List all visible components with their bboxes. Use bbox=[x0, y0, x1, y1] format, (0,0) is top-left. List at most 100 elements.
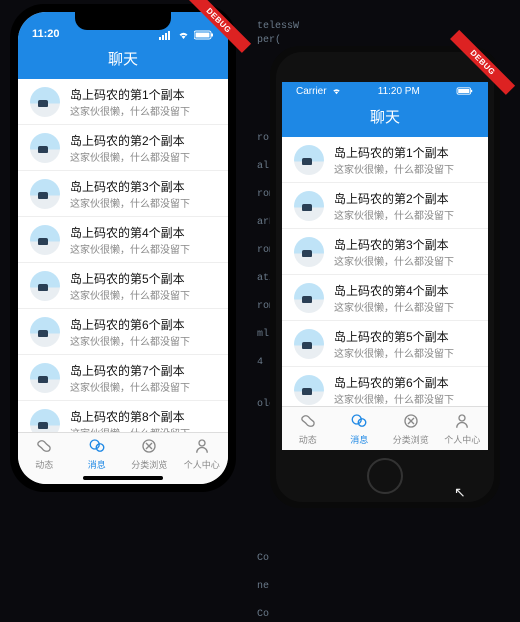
chat-subtitle: 这家伙很懒，什么都没留下 bbox=[70, 333, 216, 348]
avatar bbox=[30, 271, 60, 301]
list-item[interactable]: 岛上码农的第6个副本这家伙很懒，什么都没留下 bbox=[18, 309, 228, 355]
chat-subtitle: 这家伙很懒，什么都没留下 bbox=[70, 379, 216, 394]
chat-title: 岛上码农的第3个副本 bbox=[70, 178, 216, 195]
list-item[interactable]: 岛上码农的第1个副本这家伙很懒，什么都没留下 bbox=[18, 79, 228, 125]
list-item[interactable]: 岛上码农的第8个副本这家伙很懒，什么都没留下 bbox=[18, 401, 228, 432]
chat-subtitle: 这家伙很懒，什么都没留下 bbox=[334, 161, 476, 176]
chat-title: 岛上码农的第3个副本 bbox=[334, 236, 476, 253]
chat-title: 岛上码农的第8个副本 bbox=[70, 408, 216, 425]
avatar bbox=[30, 409, 60, 433]
chat-title: 岛上码农的第2个副本 bbox=[70, 132, 216, 149]
wave-icon bbox=[34, 437, 54, 457]
app-bar-title: 聊天 bbox=[108, 51, 138, 68]
list-item[interactable]: 岛上码农的第2个副本这家伙很懒，什么都没留下 bbox=[18, 125, 228, 171]
avatar bbox=[294, 329, 324, 359]
chat-title: 岛上码农的第6个副本 bbox=[334, 374, 476, 391]
tab-label: 分类浏览 bbox=[393, 433, 429, 446]
chat-subtitle: 这家伙很懒，什么都没留下 bbox=[70, 425, 216, 433]
avatar bbox=[30, 179, 60, 209]
tab-messages[interactable]: 消息 bbox=[71, 437, 124, 471]
tab-categories[interactable]: 分类浏览 bbox=[385, 412, 437, 446]
chat-subtitle: 这家伙很懒，什么都没留下 bbox=[334, 253, 476, 268]
tab-feed[interactable]: 动态 bbox=[18, 437, 71, 471]
status-carrier: Carrier bbox=[296, 86, 327, 97]
wave-icon bbox=[298, 412, 318, 432]
app-bar: 聊天 bbox=[282, 100, 488, 137]
avatar bbox=[294, 145, 324, 175]
tab-label: 消息 bbox=[350, 433, 368, 446]
list-item[interactable]: 岛上码农的第3个副本这家伙很懒，什么都没留下 bbox=[18, 171, 228, 217]
chat-title: 岛上码农的第5个副本 bbox=[70, 270, 216, 287]
notch bbox=[75, 12, 171, 30]
tab-categories[interactable]: 分类浏览 bbox=[123, 437, 176, 471]
avatar bbox=[30, 317, 60, 347]
mouse-cursor: ↖ bbox=[454, 484, 466, 501]
chat-subtitle: 这家伙很懒，什么都没留下 bbox=[70, 287, 216, 302]
list-item[interactable]: 岛上码农的第5个副本这家伙很懒，什么都没留下 bbox=[282, 321, 488, 367]
tab-feed[interactable]: 动态 bbox=[282, 412, 334, 446]
chat-title: 岛上码农的第1个副本 bbox=[70, 86, 216, 103]
person-icon bbox=[192, 437, 212, 457]
wifi-icon bbox=[331, 87, 342, 95]
battery-icon bbox=[456, 87, 474, 95]
list-item[interactable]: 岛上码农的第6个副本这家伙很懒，什么都没留下 bbox=[282, 367, 488, 406]
chat-subtitle: 这家伙很懒，什么都没留下 bbox=[334, 391, 476, 406]
battery-icon bbox=[194, 30, 214, 40]
avatar bbox=[30, 363, 60, 393]
avatar bbox=[294, 283, 324, 313]
list-item[interactable]: 岛上码农的第4个副本这家伙很懒，什么都没留下 bbox=[18, 217, 228, 263]
wifi-icon bbox=[177, 30, 190, 40]
status-bar: Carrier 11:20 PM bbox=[282, 82, 488, 100]
home-indicator bbox=[83, 476, 163, 480]
signal-icon bbox=[159, 30, 173, 40]
avatar bbox=[294, 237, 324, 267]
chat-subtitle: 这家伙很懒，什么都没留下 bbox=[334, 299, 476, 314]
list-item[interactable]: 岛上码农的第4个副本这家伙很懒，什么都没留下 bbox=[282, 275, 488, 321]
chat-icon bbox=[349, 412, 369, 432]
chat-title: 岛上码农的第4个副本 bbox=[70, 224, 216, 241]
chat-title: 岛上码农的第1个副本 bbox=[334, 144, 476, 161]
list-item[interactable]: 岛上码农的第7个副本这家伙很懒，什么都没留下 bbox=[18, 355, 228, 401]
chat-subtitle: 这家伙很懒，什么都没留下 bbox=[334, 345, 476, 360]
list-item[interactable]: 岛上码农的第5个副本这家伙很懒，什么都没留下 bbox=[18, 263, 228, 309]
simulator-iphone-x: DEBUG 11:20 聊天 岛上码农的第1个副本这家伙很懒，什么都没留下岛上码… bbox=[10, 4, 236, 492]
avatar bbox=[294, 375, 324, 405]
home-button[interactable] bbox=[367, 458, 403, 494]
avatar bbox=[30, 133, 60, 163]
tab-label: 分类浏览 bbox=[131, 458, 167, 471]
avatar bbox=[30, 225, 60, 255]
tab-profile[interactable]: 个人中心 bbox=[437, 412, 489, 446]
chat-list[interactable]: 岛上码农的第1个副本这家伙很懒，什么都没留下岛上码农的第2个副本这家伙很懒，什么… bbox=[18, 79, 228, 432]
avatar bbox=[30, 87, 60, 117]
chat-icon bbox=[87, 437, 107, 457]
tab-label: 动态 bbox=[35, 458, 53, 471]
chat-title: 岛上码农的第2个副本 bbox=[334, 190, 476, 207]
chat-title: 岛上码农的第4个副本 bbox=[334, 282, 476, 299]
simulator-iphone-8: DEBUG Carrier 11:20 PM 聊天 bbox=[270, 46, 500, 508]
avatar bbox=[294, 191, 324, 221]
list-item[interactable]: 岛上码农的第3个副本这家伙很懒，什么都没留下 bbox=[282, 229, 488, 275]
list-item[interactable]: 岛上码农的第2个副本这家伙很懒，什么都没留下 bbox=[282, 183, 488, 229]
person-icon bbox=[452, 412, 472, 432]
chat-subtitle: 这家伙很懒，什么都没留下 bbox=[334, 207, 476, 222]
chat-subtitle: 这家伙很懒，什么都没留下 bbox=[70, 149, 216, 164]
tab-label: 消息 bbox=[88, 458, 106, 471]
chat-list[interactable]: 岛上码农的第1个副本这家伙很懒，什么都没留下岛上码农的第2个副本这家伙很懒，什么… bbox=[282, 137, 488, 406]
chat-subtitle: 这家伙很懒，什么都没留下 bbox=[70, 241, 216, 256]
app-bar: 聊天 bbox=[18, 42, 228, 79]
chat-subtitle: 这家伙很懒，什么都没留下 bbox=[70, 103, 216, 118]
chat-title: 岛上码农的第5个副本 bbox=[334, 328, 476, 345]
list-item[interactable]: 岛上码农的第1个副本这家伙很懒，什么都没留下 bbox=[282, 137, 488, 183]
tab-label: 个人中心 bbox=[444, 433, 480, 446]
grid-icon bbox=[401, 412, 421, 432]
tab-label: 动态 bbox=[299, 433, 317, 446]
status-time: 11:20 bbox=[32, 28, 60, 40]
chat-subtitle: 这家伙很懒，什么都没留下 bbox=[70, 195, 216, 210]
chat-title: 岛上码农的第6个副本 bbox=[70, 316, 216, 333]
tab-profile[interactable]: 个人中心 bbox=[176, 437, 229, 471]
chat-title: 岛上码农的第7个副本 bbox=[70, 362, 216, 379]
status-time: 11:20 PM bbox=[378, 86, 420, 97]
tab-messages[interactable]: 消息 bbox=[334, 412, 386, 446]
bottom-nav: 动态 消息 分类浏览 个人中心 bbox=[282, 406, 488, 450]
tab-label: 个人中心 bbox=[184, 458, 220, 471]
